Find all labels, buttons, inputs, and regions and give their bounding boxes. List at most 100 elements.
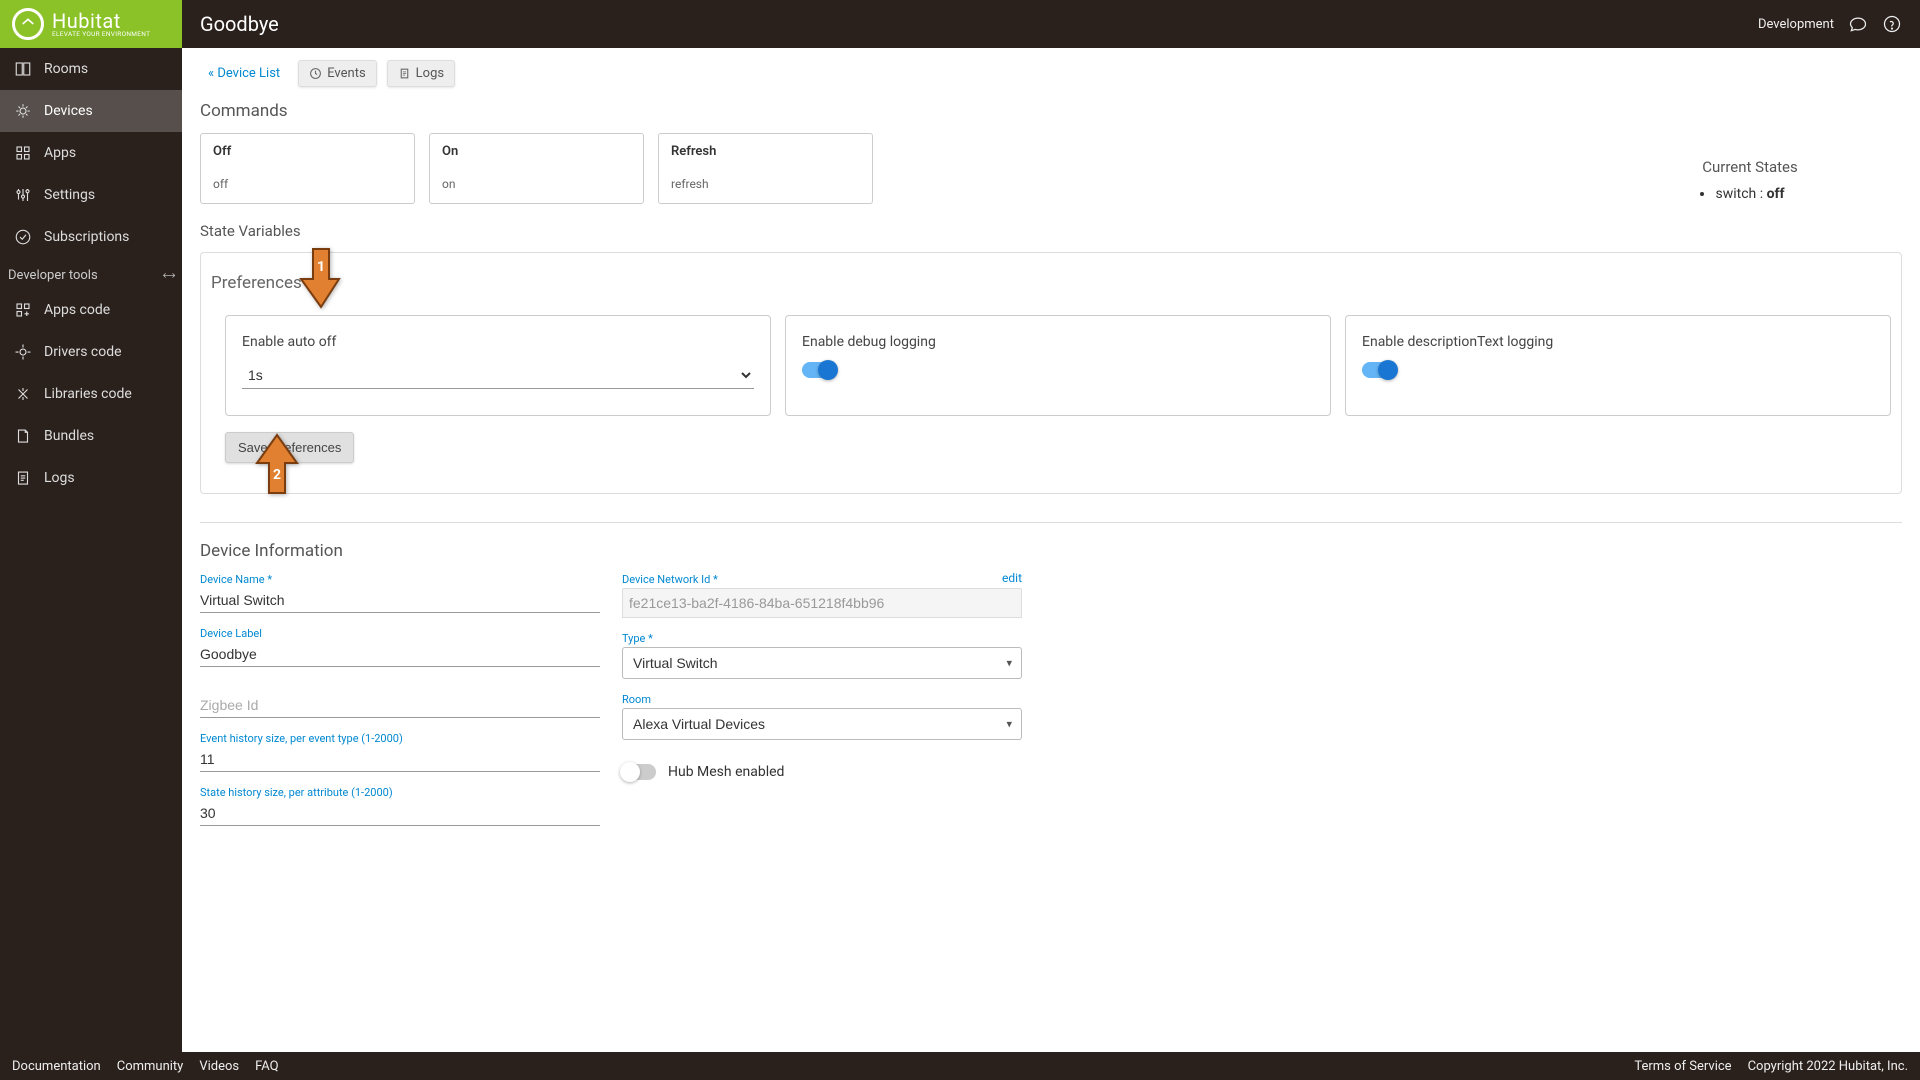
- logs-tab[interactable]: Logs: [387, 60, 455, 87]
- chat-icon[interactable]: [1848, 14, 1868, 34]
- developer-tools-label: Developer tools: [8, 268, 98, 283]
- save-preferences-button[interactable]: Save Preferences: [225, 432, 354, 463]
- pref-label: Enable descriptionText logging: [1362, 334, 1874, 350]
- field-label: Device Name *: [200, 573, 600, 586]
- command-off[interactable]: Off off: [200, 133, 415, 204]
- current-states-panel: Current States switch : off: [1620, 158, 1880, 202]
- field-label: Device Label: [200, 627, 600, 640]
- apps-icon: [14, 144, 32, 162]
- command-title: Refresh: [671, 144, 860, 159]
- state-value: off: [1767, 186, 1785, 202]
- auto-off-select[interactable]: 1s: [242, 362, 754, 389]
- sidebar-item-label: Logs: [44, 470, 75, 486]
- command-sub: on: [442, 177, 631, 191]
- debug-toggle[interactable]: [802, 362, 836, 378]
- hub-mesh-toggle[interactable]: [622, 764, 656, 780]
- footer-link-faq[interactable]: FAQ: [255, 1059, 278, 1074]
- sidebar-item-devices[interactable]: Devices: [0, 90, 182, 132]
- field-label: Type *: [622, 632, 1022, 645]
- help-icon[interactable]: [1882, 14, 1902, 34]
- commands-title: Commands: [200, 101, 1902, 121]
- sidebar-item-label: Apps code: [44, 302, 110, 318]
- footer-link-docs[interactable]: Documentation: [12, 1059, 101, 1074]
- collapse-icon[interactable]: ⤢: [160, 267, 177, 284]
- footer-link-community[interactable]: Community: [117, 1059, 184, 1074]
- sidebar-item-bundles[interactable]: Bundles: [0, 415, 182, 457]
- footer: Documentation Community Videos FAQ Terms…: [0, 1052, 1920, 1080]
- footer-link-videos[interactable]: Videos: [199, 1059, 239, 1074]
- content: « Device List Events Logs Commands Off o…: [182, 48, 1920, 1052]
- edit-network-id-link[interactable]: edit: [1002, 571, 1022, 585]
- logo-icon: [12, 8, 44, 40]
- event-history-input[interactable]: [200, 747, 600, 772]
- devices-icon: [14, 102, 32, 120]
- zigbee-id-input[interactable]: [200, 693, 600, 718]
- footer-copyright: Copyright 2022 Hubitat, Inc.: [1748, 1059, 1908, 1074]
- drivers-code-icon: [14, 343, 32, 361]
- sidebar-item-rooms[interactable]: Rooms: [0, 48, 182, 90]
- pref-auto-off: Enable auto off 1s: [225, 315, 771, 416]
- sidebar-item-label: Apps: [44, 145, 76, 161]
- sidebar-item-settings[interactable]: Settings: [0, 174, 182, 216]
- sidebar-item-label: Devices: [44, 103, 93, 119]
- sidebar-item-label: Subscriptions: [44, 229, 129, 245]
- state-variables-title: State Variables: [200, 222, 1902, 240]
- device-room-select[interactable]: Alexa Virtual Devices: [622, 708, 1022, 740]
- svg-text:2: 2: [273, 467, 281, 483]
- events-label: Events: [327, 66, 365, 81]
- field-label: Device Network Id *: [622, 573, 1022, 586]
- device-name-input[interactable]: [200, 588, 600, 613]
- footer-link-tos[interactable]: Terms of Service: [1634, 1059, 1731, 1074]
- sidebar-item-label: Libraries code: [44, 386, 132, 402]
- libraries-code-icon: [14, 385, 32, 403]
- subscriptions-icon: [14, 228, 32, 246]
- state-key: switch: [1715, 186, 1756, 202]
- bundles-icon: [14, 427, 32, 445]
- settings-icon: [14, 186, 32, 204]
- pref-label: Enable debug logging: [802, 334, 1314, 350]
- logs-icon: [14, 469, 32, 487]
- command-on[interactable]: On on: [429, 133, 644, 204]
- command-refresh[interactable]: Refresh refresh: [658, 133, 873, 204]
- pref-description-logging: Enable descriptionText logging: [1345, 315, 1891, 416]
- sidebar-section-developer[interactable]: Developer tools ⤢: [0, 258, 182, 289]
- header: Hubitat ELEVATE YOUR ENVIRONMENT Goodbye…: [0, 0, 1920, 48]
- state-history-input[interactable]: [200, 801, 600, 826]
- sidebar-item-label: Settings: [44, 187, 95, 203]
- command-title: Off: [213, 144, 402, 159]
- device-network-id: [622, 588, 1022, 618]
- device-list-link[interactable]: « Device List: [200, 60, 288, 87]
- device-info-title: Device Information: [200, 541, 1902, 561]
- sidebar-item-drivers-code[interactable]: Drivers code: [0, 331, 182, 373]
- sidebar-item-apps[interactable]: Apps: [0, 132, 182, 174]
- state-item: switch : off: [1715, 186, 1784, 202]
- current-states-title: Current States: [1620, 158, 1880, 176]
- brand-tagline: ELEVATE YOUR ENVIRONMENT: [52, 31, 150, 38]
- device-label-input[interactable]: [200, 642, 600, 667]
- field-label: State history size, per attribute (1-200…: [200, 786, 600, 799]
- device-type-select[interactable]: Virtual Switch: [622, 647, 1022, 679]
- events-tab[interactable]: Events: [298, 60, 376, 87]
- rooms-icon: [14, 60, 32, 78]
- brand-name: Hubitat: [52, 11, 150, 31]
- clock-icon: [309, 67, 322, 80]
- apps-code-icon: [14, 301, 32, 319]
- pref-label: Enable auto off: [242, 334, 754, 350]
- logs-label: Logs: [416, 66, 444, 81]
- logo[interactable]: Hubitat ELEVATE YOUR ENVIRONMENT: [0, 0, 182, 48]
- preferences-box: Preferences 1 Enable auto off 1s: [200, 252, 1902, 494]
- field-label: Room: [622, 693, 1022, 706]
- description-toggle[interactable]: [1362, 362, 1396, 378]
- divider: [200, 522, 1902, 523]
- document-icon: [398, 67, 411, 80]
- page-title: Goodbye: [200, 12, 279, 36]
- command-title: On: [442, 144, 631, 159]
- development-label: Development: [1758, 17, 1834, 32]
- sidebar-item-label: Rooms: [44, 61, 88, 77]
- command-sub: refresh: [671, 177, 860, 191]
- sidebar-item-label: Bundles: [44, 428, 94, 444]
- sidebar-item-libraries-code[interactable]: Libraries code: [0, 373, 182, 415]
- sidebar-item-logs[interactable]: Logs: [0, 457, 182, 499]
- sidebar-item-apps-code[interactable]: Apps code: [0, 289, 182, 331]
- sidebar-item-subscriptions[interactable]: Subscriptions: [0, 216, 182, 258]
